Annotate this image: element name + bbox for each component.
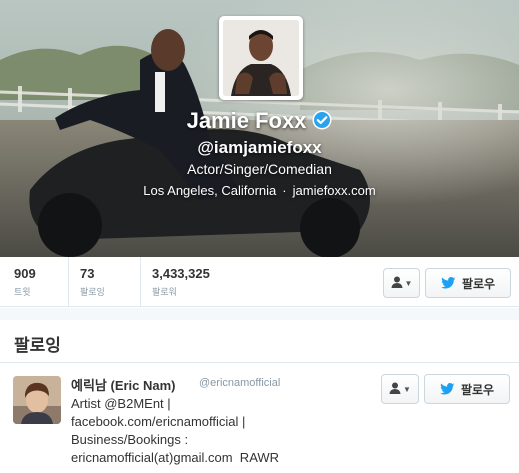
stat-following-label: 팔로잉 [80,287,105,297]
divider [0,362,519,363]
stat-followers[interactable]: 3,433,325 팔로워 [152,266,210,298]
profile-name: Jamie Foxx [0,108,519,134]
section-gap [0,308,519,320]
profile-card: Jamie Foxx @iamjamiefoxx Actor/Singer/Co… [0,0,519,473]
stat-tweets[interactable]: 909 트윗 [14,266,36,298]
stat-divider [140,257,141,307]
chevron-down-icon: ▼ [403,384,411,394]
profile-bio: Actor/Singer/Comedian [187,161,332,177]
stat-divider [68,257,69,307]
profile-stats-bar: 909 트윗 73 팔로잉 3,433,325 팔로워 ▼ 팔로우 [0,257,519,307]
follow-button[interactable]: 팔로우 [424,374,510,404]
bio-line: Artist @B2MEnt | [71,396,171,411]
stat-following[interactable]: 73 팔로잉 [80,266,105,298]
profile-meta: Los Angeles, California · jamiefoxx.com [0,183,519,198]
profile-avatar[interactable] [219,16,303,100]
stat-tweets-label: 트윗 [14,287,31,297]
verified-badge-icon [312,110,332,130]
profile-header-banner: Jamie Foxx @iamjamiefoxx Actor/Singer/Co… [0,0,519,257]
twitter-bird-icon [441,277,456,289]
meta-separator: · [282,183,287,198]
stat-following-value: 73 [80,266,95,281]
profile-name-text: Jamie Foxx [186,108,307,133]
following-user-name[interactable]: 예릭남 (Eric Nam) [71,375,176,394]
follow-button-label: 팔로우 [461,276,496,291]
following-user-avatar[interactable] [13,376,61,424]
profile-avatar-image [223,20,299,96]
follow-button-label: 팔로우 [460,382,495,397]
stat-followers-label: 팔로워 [152,287,177,297]
stat-tweets-value: 909 [14,266,36,281]
profile-handle[interactable]: @iamjamiefoxx [0,138,519,158]
person-icon [389,382,401,397]
bio-line: ericnamofficial(at)gmail.com RAWR [71,450,280,465]
person-icon [391,276,403,291]
following-user-handle[interactable]: @ericnamofficial [199,377,280,389]
following-user-bio: Artist @B2MEnt | facebook.com/ericnamoff… [71,395,321,467]
follow-button[interactable]: 팔로우 [425,268,511,298]
profile-location: Los Angeles, California [143,183,277,198]
user-actions-button[interactable]: ▼ [383,268,420,298]
bio-line: Business/Bookings : [71,432,189,447]
stat-followers-value: 3,433,325 [152,266,210,281]
profile-website-link[interactable]: jamiefoxx.com [293,183,376,198]
user-actions-button[interactable]: ▼ [381,374,419,404]
chevron-down-icon: ▼ [404,278,413,288]
twitter-bird-icon [440,383,455,395]
following-section-title: 팔로잉 [14,336,61,355]
bio-link[interactable]: facebook.com/ericnamofficial | [71,413,321,431]
